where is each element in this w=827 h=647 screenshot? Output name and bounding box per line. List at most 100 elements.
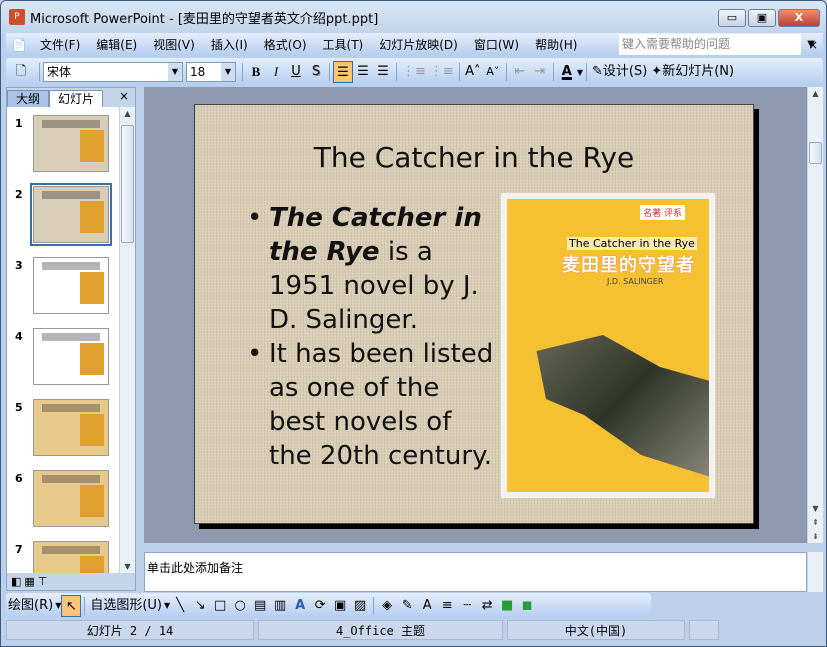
line-icon[interactable]: ╲: [170, 595, 190, 617]
minimize-button[interactable]: ▭: [718, 9, 746, 27]
notes-input[interactable]: 单击此处添加备注: [144, 552, 807, 592]
thumbnail-title: [42, 546, 100, 554]
line-color-icon[interactable]: ✎: [397, 595, 417, 617]
slide-title[interactable]: The Catcher in the Rye: [195, 141, 753, 174]
menu-slideshow[interactable]: 幻灯片放映(D): [371, 36, 466, 53]
slide-body[interactable]: The Catcher in the Rye is a 1951 novel b…: [247, 201, 497, 473]
scroll-thumb[interactable]: [809, 142, 822, 164]
next-slide-icon[interactable]: ⇟: [808, 532, 823, 541]
slide-thumbnail[interactable]: [33, 115, 109, 172]
close-pane-button[interactable]: ×: [119, 89, 129, 103]
picture-icon[interactable]: ▨: [350, 595, 370, 617]
close-button[interactable]: X: [778, 9, 820, 27]
select-objects-icon[interactable]: ↖: [61, 594, 82, 617]
fill-color-icon[interactable]: ◈: [377, 595, 397, 617]
wordart-icon[interactable]: A: [290, 595, 310, 617]
font-color-icon[interactable]: A: [417, 595, 437, 617]
powerpoint-icon[interactable]: P: [9, 9, 25, 25]
menu-view[interactable]: 视图(V): [145, 36, 203, 53]
previous-slide-icon[interactable]: ⇞: [808, 518, 823, 527]
menu-insert[interactable]: 插入(I): [203, 36, 256, 53]
bold-button[interactable]: B: [246, 61, 266, 83]
menu-edit[interactable]: 编辑(E): [88, 36, 145, 53]
normal-view-icon[interactable]: ◧: [11, 575, 21, 588]
font-color-button[interactable]: A: [557, 61, 577, 83]
slide-canvas[interactable]: The Catcher in the Rye The Catcher in th…: [194, 104, 754, 524]
font-size-select[interactable]: 18 ▼: [186, 62, 236, 82]
slide-thumbnail[interactable]: [33, 257, 109, 314]
document-icon[interactable]: 📄: [6, 38, 32, 52]
new-document-icon[interactable]: 🗋: [6, 61, 36, 83]
chevron-down-icon[interactable]: ▼: [168, 63, 182, 81]
align-left-icon[interactable]: ☰: [333, 61, 353, 83]
status-bar: 幻灯片 2 / 14 4_Office 主题 中文(中国): [6, 620, 823, 642]
menu-bar: 📄 文件(F) 编辑(E) 视图(V) 插入(I) 格式(O) 工具(T) 幻灯…: [6, 33, 823, 56]
tab-outline[interactable]: 大纲: [7, 90, 50, 107]
close-document-button[interactable]: ×: [808, 38, 818, 52]
3d-style-icon[interactable]: ◼: [517, 595, 537, 617]
arrow-style-icon[interactable]: ⇄: [477, 595, 497, 617]
slide-sorter-icon[interactable]: ▦: [24, 575, 34, 588]
align-center-icon[interactable]: ☰: [353, 61, 373, 83]
scroll-up-icon[interactable]: ▲: [120, 109, 135, 118]
numbered-list-icon[interactable]: ⋮≡: [400, 61, 428, 83]
menu-window[interactable]: 窗口(W): [466, 36, 527, 53]
underline-button[interactable]: U: [286, 61, 306, 83]
restore-button[interactable]: ▣: [748, 9, 776, 27]
drawing-toolbar: 绘图(R) ▼ ↖ 自选图形(U) ▼ ╲ ↘ □ ○ ▤ ▥ A ⟳ ▣ ▨ …: [6, 593, 651, 618]
tab-slides[interactable]: 幻灯片: [49, 90, 104, 107]
status-theme: 4_Office 主题: [258, 620, 503, 640]
notes-scrollbar[interactable]: [807, 552, 823, 592]
help-search-input[interactable]: 键入需要帮助的问题 ▼: [619, 34, 815, 55]
divider: [39, 63, 40, 81]
scroll-down-icon[interactable]: ▼: [808, 504, 823, 513]
line-style-icon[interactable]: ≡: [437, 595, 457, 617]
thumbnail-title: [42, 191, 100, 199]
slide-thumbnail[interactable]: [33, 470, 109, 527]
align-right-icon[interactable]: ☰: [373, 61, 393, 83]
vertical-textbox-icon[interactable]: ▥: [270, 595, 290, 617]
shadow-button[interactable]: S: [306, 61, 326, 83]
shadow-style-icon[interactable]: ■: [497, 595, 517, 617]
thumbnail-title: [42, 475, 100, 483]
arrow-icon[interactable]: ↘: [190, 595, 210, 617]
font-name-select[interactable]: 宋体 ▼: [43, 62, 183, 82]
rectangle-icon[interactable]: □: [210, 595, 230, 617]
slide-thumbnail[interactable]: [33, 328, 109, 385]
textbox-icon[interactable]: ▤: [250, 595, 270, 617]
slide-thumbnail[interactable]: [33, 541, 109, 573]
thumbnail-image: [80, 343, 104, 375]
book-cover-image[interactable]: 名著 评系 The Catcher in the Rye 麦田里的守望者 J.D…: [501, 193, 715, 498]
clipart-icon[interactable]: ▣: [330, 595, 350, 617]
increase-indent-icon[interactable]: ⇥: [530, 61, 550, 83]
bullet-item: It has been listed as one of the best no…: [247, 337, 497, 473]
increase-font-icon[interactable]: A˄: [463, 61, 483, 83]
italic-button[interactable]: I: [266, 61, 286, 83]
design-button[interactable]: ✎设计(S): [590, 61, 649, 83]
slideshow-icon[interactable]: ⊤: [38, 575, 48, 588]
chevron-down-icon[interactable]: ▼: [577, 68, 583, 77]
scroll-thumb[interactable]: [121, 125, 134, 243]
bullet-list-icon[interactable]: ⋮≡: [428, 61, 456, 83]
new-slide-button[interactable]: ✦新幻灯片(N): [649, 61, 736, 83]
slide-thumbnail[interactable]: [30, 183, 112, 246]
chevron-down-icon[interactable]: ▼: [221, 63, 235, 81]
diagram-icon[interactable]: ⟳: [310, 595, 330, 617]
scroll-down-icon[interactable]: ▼: [120, 562, 135, 571]
menu-tools[interactable]: 工具(T): [315, 36, 372, 53]
menu-format[interactable]: 格式(O): [256, 36, 315, 53]
decrease-indent-icon[interactable]: ⇤: [510, 61, 530, 83]
scroll-up-icon[interactable]: ▲: [808, 89, 823, 98]
menu-file[interactable]: 文件(F): [32, 36, 88, 53]
oval-icon[interactable]: ○: [230, 595, 250, 617]
slide-number: 2: [15, 188, 23, 201]
autoshapes-button[interactable]: 自选图形(U): [88, 595, 164, 617]
slide-scrollbar[interactable]: ▲ ▼ ⇞ ⇟: [807, 87, 823, 543]
dash-style-icon[interactable]: ┄: [457, 595, 477, 617]
slides-scrollbar[interactable]: ▲ ▼: [119, 107, 135, 573]
slide-thumbnail[interactable]: [33, 399, 109, 456]
decrease-font-icon[interactable]: A˅: [483, 61, 503, 83]
window-title: Microsoft PowerPoint - [麦田里的守望者英文介绍ppt.p…: [30, 11, 379, 27]
menu-help[interactable]: 帮助(H): [527, 36, 585, 53]
draw-menu-button[interactable]: 绘图(R): [6, 595, 55, 617]
